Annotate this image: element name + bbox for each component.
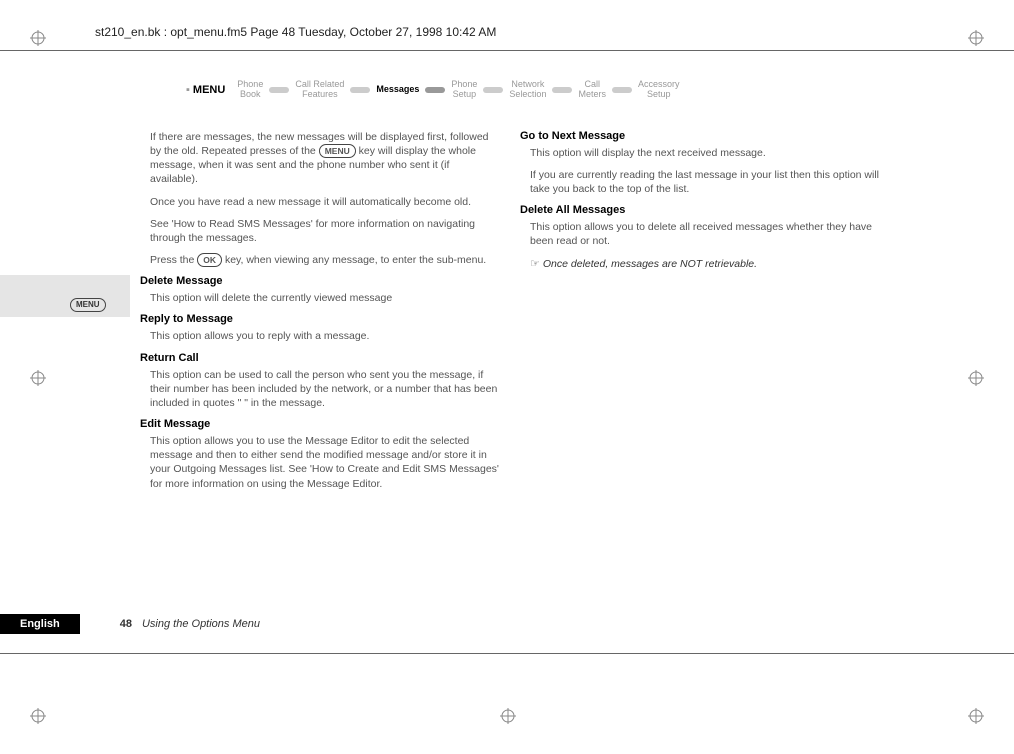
breadcrumb-menu-label: MENU bbox=[180, 82, 231, 98]
left-column: If there are messages, the new messages … bbox=[140, 130, 500, 499]
body-text: This option allows you to delete all rec… bbox=[520, 220, 880, 248]
rule-line bbox=[0, 653, 1014, 654]
body-text: This option will display the next receiv… bbox=[520, 146, 880, 160]
body-text: See 'How to Read SMS Messages' for more … bbox=[150, 217, 500, 245]
breadcrumb-connector-icon bbox=[350, 87, 370, 93]
breadcrumb-item-active: Messages bbox=[376, 85, 419, 95]
crop-mark-icon bbox=[500, 708, 516, 724]
page-number: 48 bbox=[120, 618, 132, 630]
body-text: Once you have read a new message it will… bbox=[150, 195, 500, 209]
note-hand-icon: ☞ bbox=[530, 257, 540, 272]
body-text: If you are currently reading the last me… bbox=[520, 168, 880, 196]
breadcrumb-connector-icon bbox=[552, 87, 572, 93]
section-heading: Return Call bbox=[140, 352, 500, 364]
breadcrumb-connector-icon bbox=[612, 87, 632, 93]
body-text: This option can be used to call the pers… bbox=[140, 368, 500, 411]
body-text: This option will delete the currently vi… bbox=[140, 291, 500, 305]
crop-mark-icon bbox=[968, 30, 984, 46]
breadcrumb-item: Call RelatedFeatures bbox=[295, 80, 344, 100]
breadcrumb-connector-icon bbox=[269, 87, 289, 93]
crop-mark-icon bbox=[30, 370, 46, 386]
menu-key-icon: MENU bbox=[319, 144, 356, 158]
section-heading: Delete Message bbox=[140, 275, 500, 287]
breadcrumb-item: AccessorySetup bbox=[638, 80, 680, 100]
right-column: Go to Next Message This option will disp… bbox=[520, 130, 880, 499]
breadcrumb-item: CallMeters bbox=[578, 80, 606, 100]
section-heading: Go to Next Message bbox=[520, 130, 880, 142]
breadcrumb-item: PhoneBook bbox=[237, 80, 263, 100]
footer-chapter-title: Using the Options Menu bbox=[142, 618, 260, 630]
document-header-path: st210_en.bk : opt_menu.fm5 Page 48 Tuesd… bbox=[95, 25, 496, 39]
crop-mark-icon bbox=[968, 370, 984, 386]
rule-line bbox=[0, 50, 1014, 51]
breadcrumb-item: NetworkSelection bbox=[509, 80, 546, 100]
margin-menu-key-icon: MENU bbox=[70, 298, 106, 312]
breadcrumb-connector-icon bbox=[483, 87, 503, 93]
ok-key-icon: OK bbox=[197, 253, 222, 267]
breadcrumb: MENU PhoneBook Call RelatedFeatures Mess… bbox=[180, 80, 880, 100]
body-text: Press the OK key, when viewing any messa… bbox=[150, 253, 500, 267]
crop-mark-icon bbox=[30, 30, 46, 46]
language-badge: English bbox=[0, 614, 80, 634]
body-text: This option allows you to use the Messag… bbox=[140, 434, 500, 491]
warning-note: ☞Once deleted, messages are NOT retrieva… bbox=[520, 257, 880, 272]
body-text: If there are messages, the new messages … bbox=[150, 130, 500, 187]
crop-mark-icon bbox=[30, 708, 46, 724]
page-footer: English 48 Using the Options Menu bbox=[0, 614, 260, 634]
section-heading: Reply to Message bbox=[140, 313, 500, 325]
breadcrumb-connector-icon bbox=[425, 87, 445, 93]
breadcrumb-item: PhoneSetup bbox=[451, 80, 477, 100]
body-text: This option allows you to reply with a m… bbox=[140, 329, 500, 343]
section-heading: Edit Message bbox=[140, 418, 500, 430]
crop-mark-icon bbox=[968, 708, 984, 724]
margin-highlight bbox=[0, 275, 130, 317]
section-heading: Delete All Messages bbox=[520, 204, 880, 216]
